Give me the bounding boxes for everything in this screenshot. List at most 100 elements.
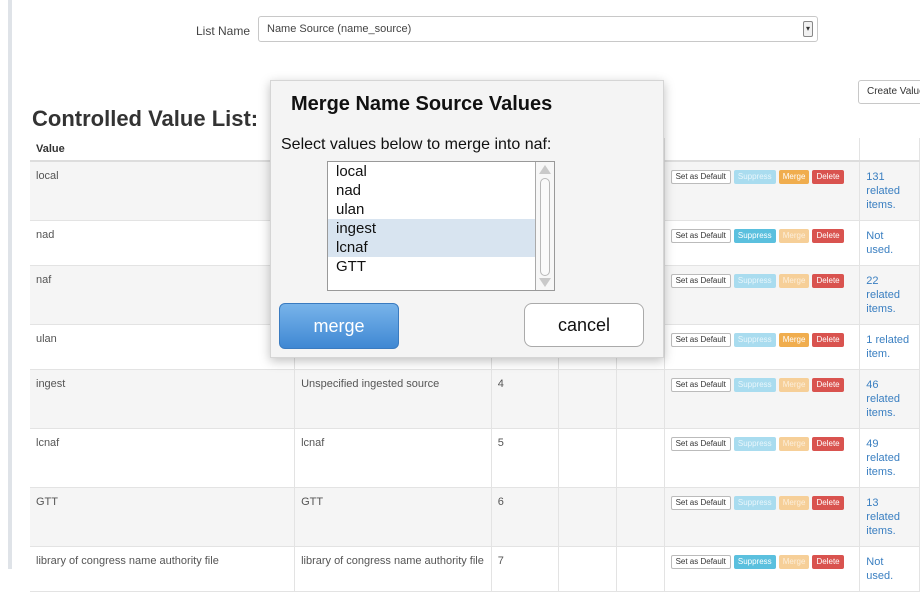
delete-button[interactable]: Delete — [812, 170, 844, 184]
related-items-link[interactable]: 49 related items. — [866, 438, 900, 478]
related-items-link[interactable]: Not used. — [866, 230, 893, 256]
set-default-button[interactable]: Set as Default — [670, 170, 731, 184]
cell-empty — [558, 546, 618, 592]
cell-empty — [616, 546, 665, 592]
dialog-prompt: Select values below to merge into naf: — [281, 136, 552, 153]
cell-empty — [616, 487, 665, 547]
cell-value: nad — [30, 220, 296, 266]
cell-empty — [616, 428, 665, 488]
scroll-down-arrow-icon[interactable] — [539, 278, 551, 287]
cell-value: library of congress name authority file — [30, 546, 296, 592]
related-items-link[interactable]: 1 related item. — [866, 334, 909, 360]
merge-button[interactable]: Merge — [778, 378, 810, 392]
cell-position: 7 — [491, 546, 559, 592]
listbox-option[interactable]: nad — [328, 181, 554, 200]
cell-empty — [558, 369, 618, 429]
column-header-value[interactable]: Value — [30, 138, 296, 162]
suppress-button[interactable]: Suppress — [733, 378, 776, 392]
listbox-option-selected[interactable]: ingest — [328, 219, 554, 238]
cell-related: 13 related items. — [859, 487, 920, 547]
delete-button[interactable]: Delete — [812, 378, 844, 392]
suppress-button[interactable]: Suppress — [733, 437, 776, 451]
suppress-button[interactable]: Suppress — [733, 496, 776, 510]
cell-actions: Set as Default Suppress Merge Delete — [664, 220, 861, 266]
cell-value: ingest — [30, 369, 296, 429]
listbox-option[interactable]: local — [328, 162, 554, 181]
set-default-button[interactable]: Set as Default — [670, 229, 731, 243]
merge-button[interactable]: Merge — [778, 274, 810, 288]
merge-confirm-button[interactable]: merge — [279, 303, 399, 349]
table-row: library of congress name authority file … — [30, 546, 920, 592]
suppress-button[interactable]: Suppress — [733, 229, 776, 243]
delete-button[interactable]: Delete — [812, 555, 844, 569]
delete-button[interactable]: Delete — [812, 496, 844, 510]
scroll-up-arrow-icon[interactable] — [539, 165, 551, 174]
table-row: GTT GTT 6 Set as Default Suppress Merge … — [30, 487, 920, 547]
cell-related: Not used. — [859, 220, 920, 266]
listbox-scrollbar[interactable] — [535, 162, 554, 290]
merge-dialog: Merge Name Source Values Select values b… — [270, 80, 664, 358]
cancel-button[interactable]: cancel — [524, 303, 644, 347]
set-default-button[interactable]: Set as Default — [670, 274, 731, 288]
cell-related: 1 related item. — [859, 324, 920, 370]
listbox-option[interactable]: ulan — [328, 200, 554, 219]
cell-related: 22 related items. — [859, 265, 920, 325]
merge-button[interactable]: Merge — [778, 229, 810, 243]
page-title: Controlled Value List: — [32, 106, 259, 131]
create-value-button[interactable]: Create Value — [858, 80, 920, 104]
delete-button[interactable]: Delete — [812, 437, 844, 451]
merge-values-listbox[interactable]: local nad ulan ingest lcnaf GTT — [327, 161, 555, 291]
cell-actions: Set as Default Suppress Merge Delete — [664, 324, 861, 370]
dropdown-arrow-icon[interactable]: ▾ — [803, 21, 813, 37]
cell-value: GTT — [30, 487, 296, 547]
cell-actions: Set as Default Suppress Merge Delete — [664, 265, 861, 325]
merge-button[interactable]: Merge — [778, 333, 810, 347]
cell-value: ulan — [30, 324, 296, 370]
cell-description: Unspecified ingested source — [294, 369, 492, 429]
listbox-option[interactable]: GTT — [328, 257, 554, 276]
cell-actions: Set as Default Suppress Merge Delete — [664, 487, 861, 547]
cell-empty — [558, 487, 618, 547]
set-default-button[interactable]: Set as Default — [670, 378, 731, 392]
merge-button[interactable]: Merge — [778, 555, 810, 569]
cell-empty — [558, 428, 618, 488]
suppress-button[interactable]: Suppress — [733, 170, 776, 184]
cell-actions: Set as Default Suppress Merge Delete — [664, 546, 861, 592]
related-items-link[interactable]: 131 related items. — [866, 171, 900, 211]
cell-value: naf — [30, 265, 296, 325]
cell-empty — [616, 369, 665, 429]
suppress-button[interactable]: Suppress — [733, 555, 776, 569]
suppress-button[interactable]: Suppress — [733, 333, 776, 347]
related-items-link[interactable]: 46 related items. — [866, 379, 900, 419]
cell-related: 46 related items. — [859, 369, 920, 429]
related-items-link[interactable]: 13 related items. — [866, 497, 900, 537]
related-items-link[interactable]: Not used. — [866, 556, 893, 582]
suppress-button[interactable]: Suppress — [733, 274, 776, 288]
cell-description: GTT — [294, 487, 492, 547]
delete-button[interactable]: Delete — [812, 229, 844, 243]
related-items-link[interactable]: 22 related items. — [866, 275, 900, 315]
cell-actions: Set as Default Suppress Merge Delete — [664, 428, 861, 488]
cell-value: lcnaf — [30, 428, 296, 488]
delete-button[interactable]: Delete — [812, 333, 844, 347]
merge-button[interactable]: Merge — [778, 437, 810, 451]
table-row: lcnaf lcnaf 5 Set as Default Suppress Me… — [30, 428, 920, 488]
set-default-button[interactable]: Set as Default — [670, 437, 731, 451]
table-row: ingest Unspecified ingested source 4 Set… — [30, 369, 920, 429]
list-name-label: List Name — [196, 24, 251, 38]
column-header — [664, 138, 861, 162]
delete-button[interactable]: Delete — [812, 274, 844, 288]
set-default-button[interactable]: Set as Default — [670, 333, 731, 347]
cell-position: 6 — [491, 487, 559, 547]
merge-button[interactable]: Merge — [778, 496, 810, 510]
listbox-option-selected[interactable]: lcnaf — [328, 238, 554, 257]
cell-actions: Set as Default Suppress Merge Delete — [664, 369, 861, 429]
set-default-button[interactable]: Set as Default — [670, 555, 731, 569]
cell-position: 5 — [491, 428, 559, 488]
merge-button[interactable]: Merge — [778, 170, 810, 184]
cell-actions: Set as Default Suppress Merge Delete — [664, 161, 861, 221]
set-default-button[interactable]: Set as Default — [670, 496, 731, 510]
cell-position: 4 — [491, 369, 559, 429]
scrollbar-track[interactable] — [540, 178, 550, 276]
list-name-select[interactable]: Name Source (name_source) ▾ — [258, 16, 818, 42]
